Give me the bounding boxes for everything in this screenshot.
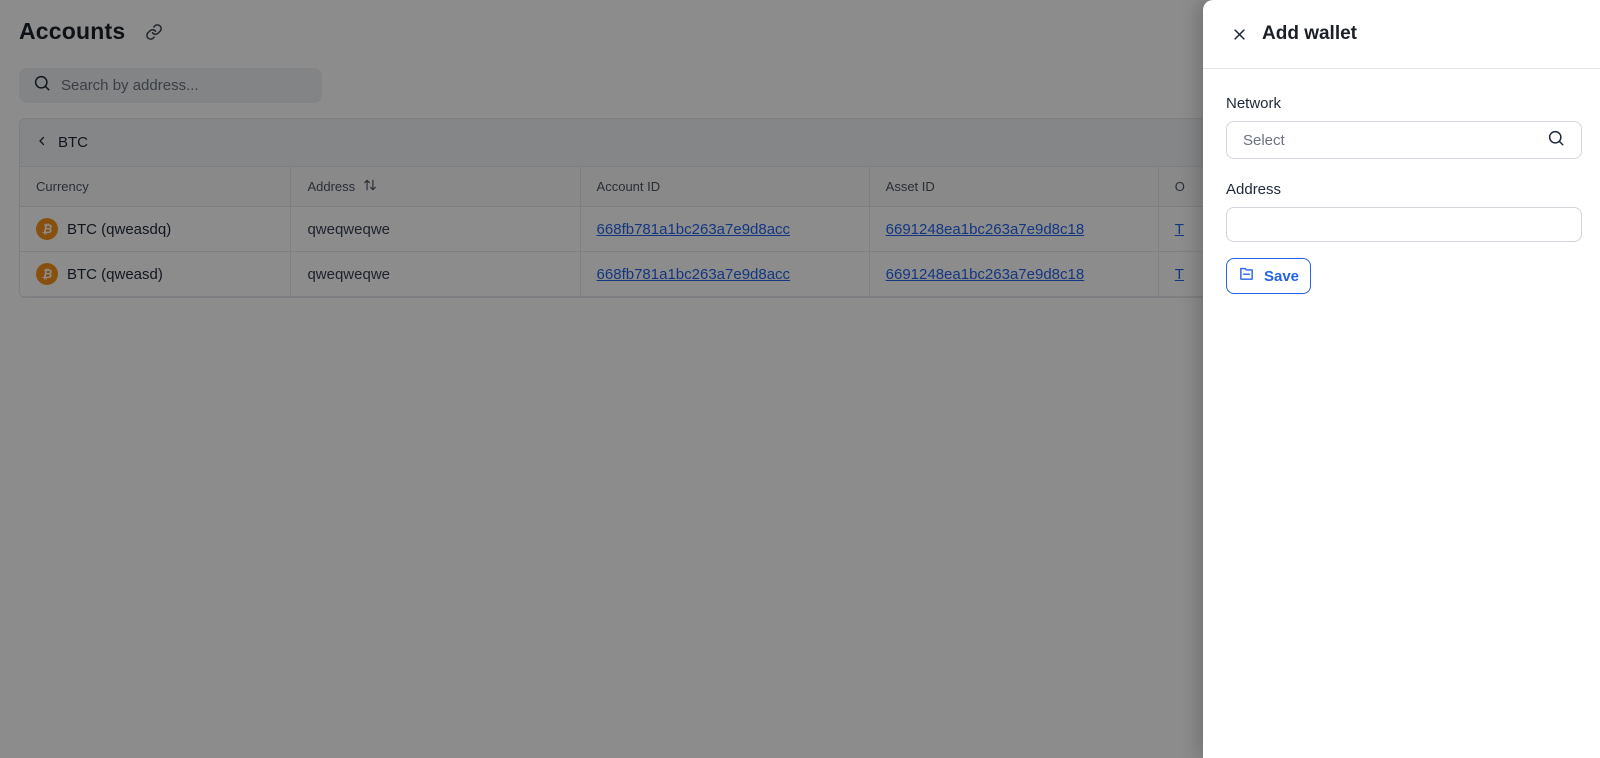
drawer-body: Network Select Address Save [1203, 69, 1600, 294]
save-icon [1238, 265, 1255, 287]
network-select[interactable]: Select [1226, 121, 1582, 159]
address-field[interactable] [1226, 207, 1582, 242]
drawer-header: Add wallet [1203, 0, 1600, 69]
save-label: Save [1263, 267, 1300, 285]
search-icon [1547, 129, 1565, 152]
address-label: Address [1226, 181, 1282, 198]
network-label: Network [1226, 95, 1282, 112]
close-icon[interactable] [1230, 25, 1248, 43]
network-select-placeholder: Select [1243, 131, 1285, 149]
add-wallet-drawer: Add wallet Network Select Address Save [1203, 0, 1600, 758]
save-button[interactable]: Save [1226, 258, 1311, 294]
drawer-title: Add wallet [1262, 23, 1358, 44]
